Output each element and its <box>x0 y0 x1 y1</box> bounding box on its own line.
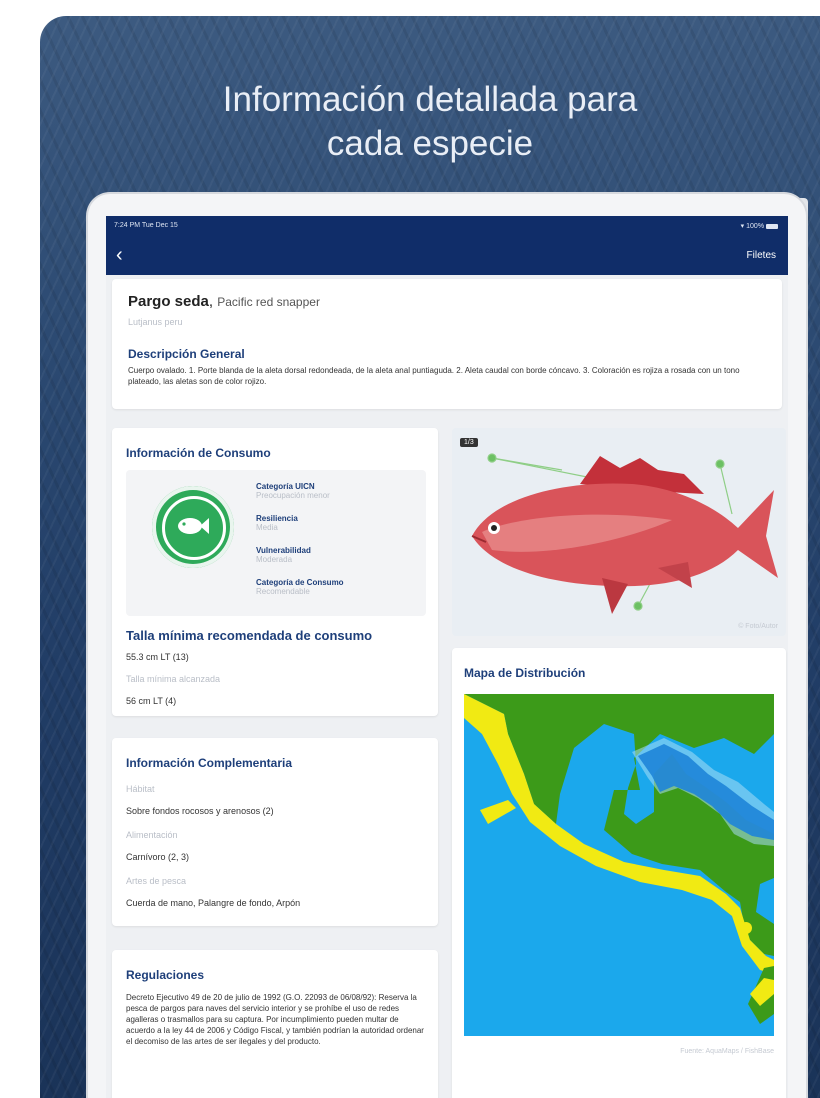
fishing-gear-label: Artes de pesca <box>126 876 187 886</box>
species-english-name: Pacific red snapper <box>217 295 320 309</box>
general-description-text: Cuerpo ovalado. 1. Porte blanda de la al… <box>128 366 740 386</box>
promo-headline-line1: Información detallada para <box>222 80 638 119</box>
complementary-info-title: Información Complementaria <box>126 756 293 770</box>
back-button[interactable]: ‹ <box>116 244 123 266</box>
consumption-logo <box>152 486 234 568</box>
general-description-title: Descripción General <box>128 347 245 361</box>
regulations-title: Regulaciones <box>126 968 205 982</box>
status-bar: 7:24 PM Tue Dec 15 ▾ 100% <box>106 216 788 238</box>
wifi-icon: ▾ <box>740 223 745 230</box>
vulnerability: Vulnerabilidad Moderada <box>256 546 311 564</box>
habitat-label: Hábitat <box>126 784 155 794</box>
consumption-status-panel: Categoría UICN Preocupación menor Resili… <box>126 470 426 616</box>
consumption-category: Categoría de Consumo Recomendable <box>256 578 344 596</box>
species-scientific-name: Lutjanus peru <box>128 317 183 327</box>
status-time: 7:24 PM Tue Dec 15 <box>114 222 178 229</box>
distribution-map[interactable] <box>464 694 774 1036</box>
filetes-button[interactable]: Filetes <box>747 250 776 261</box>
regulations-card: Regulaciones Decreto Ejecutivo 49 de 20 … <box>112 950 438 1098</box>
diet-value: Carnívoro (2, 3) <box>126 852 190 862</box>
map-credit: Fuente: AquaMaps / FishBase <box>680 1048 774 1055</box>
resilience: Resiliencia Media <box>256 514 298 532</box>
habitat-value: Sobre fondos rocosos y arenosos (2) <box>126 806 274 816</box>
species-common-name: Pargo seda <box>128 293 209 310</box>
consumption-info-card: Información de Consumo Categoría UICN Pr… <box>112 428 438 716</box>
promo-headline-line2: cada especie <box>326 124 534 163</box>
battery-percent: 100% <box>746 223 765 230</box>
promo-headline: Información detallada para cada especie <box>40 78 820 166</box>
diet-label: Alimentación <box>126 830 178 840</box>
uicn-category: Categoría UICN Preocupación menor <box>256 482 330 500</box>
photo-credit: © Foto/Autor <box>738 623 778 630</box>
min-size-title: Talla mínima recomendada de consumo <box>126 628 373 643</box>
distribution-map-card: Mapa de Distribución Fuente: AquaMaps / … <box>452 648 786 1098</box>
battery-indicator: ▾ 100% <box>741 222 778 230</box>
species-title: Pargo seda, Pacific red snapper <box>128 293 320 310</box>
min-size-reached-value: 56 cm LT (4) <box>126 696 177 706</box>
min-size-value: 55.3 cm LT (13) <box>126 652 189 662</box>
app-screen: 7:24 PM Tue Dec 15 ▾ 100% ‹ Filetes Parg… <box>106 216 788 1098</box>
fishing-gear-value: Cuerda de mano, Palangre de fondo, Arpón <box>126 898 301 908</box>
consumption-info-title: Información de Consumo <box>126 446 271 460</box>
species-photo[interactable]: 1/3 © Foto/Autor <box>452 428 786 636</box>
regulations-text: Decreto Ejecutivo 49 de 20 de julio de 1… <box>126 993 424 1046</box>
tablet-frame: 7:24 PM Tue Dec 15 ▾ 100% ‹ Filetes Parg… <box>88 194 806 1098</box>
red-snapper-image <box>471 453 778 614</box>
navigation-bar: ‹ Filetes <box>106 238 788 275</box>
photo-counter-badge: 1/3 <box>460 438 478 447</box>
chevron-left-icon: ‹ <box>116 244 123 266</box>
species-summary-card: Pargo seda, Pacific red snapper Lutjanus… <box>112 279 782 409</box>
complementary-info-card: Información Complementaria Hábitat Sobre… <box>112 738 438 926</box>
battery-icon <box>766 223 778 229</box>
fish-icon <box>178 518 209 534</box>
min-size-reached-label: Talla mínima alcanzada <box>126 674 221 684</box>
distribution-map-title: Mapa de Distribución <box>464 666 586 680</box>
distribution-map-image <box>464 694 774 1036</box>
